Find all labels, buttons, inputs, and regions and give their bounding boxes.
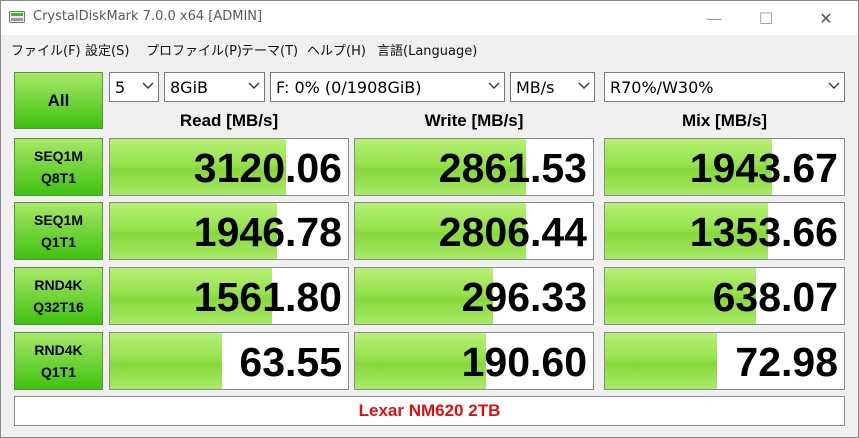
- result-value: 63.55: [239, 339, 342, 385]
- result-value: 72.98: [735, 339, 838, 385]
- result-value: 1943.67: [689, 145, 838, 191]
- drive-select[interactable]: F: 0% (0/1908GiB): [270, 72, 505, 102]
- menu-help[interactable]: ヘルプ(H): [307, 40, 366, 59]
- result-cell-write: 2861.53: [354, 138, 594, 196]
- result-cell-read: 3120.06: [109, 138, 349, 196]
- chevron-down-icon: [578, 82, 590, 89]
- result-cell-mix: 638.07: [604, 267, 845, 325]
- count-select[interactable]: 5: [109, 72, 159, 102]
- test-params: Q32T16: [33, 299, 84, 315]
- result-cell-mix: 72.98: [604, 332, 845, 390]
- result-cell-write: 296.33: [354, 267, 594, 325]
- result-value: 638.07: [712, 274, 838, 320]
- test-name: RND4K: [34, 342, 83, 358]
- write-header: Write [MB/s]: [424, 111, 524, 130]
- result-cell-read: 63.55: [109, 332, 349, 390]
- result-value: 1946.78: [193, 209, 342, 255]
- test-button-seq1m-q8t1[interactable]: SEQ1M Q8T1: [14, 138, 103, 196]
- result-value: 1561.80: [193, 274, 342, 320]
- menu-settings[interactable]: 設定(S): [85, 40, 129, 59]
- test-button-rnd4k-q1t1[interactable]: RND4K Q1T1: [14, 332, 103, 390]
- result-value: 3120.06: [193, 145, 342, 191]
- mix-ratio-value: R70%/W30%: [610, 78, 714, 97]
- maximize-button[interactable]: ☐: [743, 1, 789, 35]
- result-value: 296.33: [461, 274, 587, 320]
- result-cell-write: 190.60: [354, 332, 594, 390]
- result-value: 2806.44: [438, 209, 587, 255]
- test-name: SEQ1M: [33, 212, 83, 228]
- mix-header: Mix [MB/s]: [682, 111, 767, 130]
- size-value: 8GiB: [170, 78, 208, 97]
- menu-theme[interactable]: テーマ(T): [241, 40, 298, 59]
- test-button-seq1m-q1t1[interactable]: SEQ1M Q1T1: [14, 202, 103, 260]
- comment-field[interactable]: Lexar NM620 2TB: [14, 396, 845, 426]
- test-name: SEQ1M: [33, 148, 83, 164]
- result-cell-mix: 1943.67: [604, 138, 845, 196]
- all-button[interactable]: All: [14, 72, 103, 129]
- progress-bar: [605, 333, 718, 389]
- app-window: CrystalDiskMark 7.0.0 x64 [ADMIN] — ☐ ✕ …: [0, 0, 859, 438]
- result-cell-read: 1946.78: [109, 202, 349, 260]
- result-value: 2861.53: [438, 145, 587, 191]
- unit-select[interactable]: MB/s: [510, 72, 595, 102]
- chevron-down-icon: [142, 82, 154, 89]
- progress-bar: [110, 333, 222, 389]
- menu-bar: ファイル(F) 設定(S) プロファイル(P) テーマ(T) ヘルプ(H) 言語…: [1, 36, 858, 60]
- test-name: RND4K: [34, 277, 83, 293]
- result-value: 1353.66: [689, 209, 838, 255]
- close-button[interactable]: ✕: [803, 1, 849, 35]
- chevron-down-icon: [828, 82, 840, 89]
- read-header: Read [MB/s]: [179, 111, 279, 130]
- test-params: Q1T1: [40, 234, 76, 250]
- title-bar[interactable]: CrystalDiskMark 7.0.0 x64 [ADMIN] — ☐ ✕: [1, 1, 858, 35]
- menu-language[interactable]: 言語(Language): [377, 40, 477, 59]
- menu-file[interactable]: ファイル(F): [11, 40, 81, 59]
- result-value: 190.60: [461, 339, 587, 385]
- test-params: Q8T1: [40, 170, 76, 186]
- minimize-button[interactable]: —: [691, 1, 737, 35]
- window-title: CrystalDiskMark 7.0.0 x64 [ADMIN]: [33, 9, 263, 24]
- mix-ratio-select[interactable]: R70%/W30%: [604, 72, 845, 102]
- size-select[interactable]: 8GiB: [164, 72, 265, 102]
- menu-profile[interactable]: プロファイル(P): [146, 40, 242, 59]
- test-button-rnd4k-q32t16[interactable]: RND4K Q32T16: [14, 267, 103, 325]
- result-cell-write: 2806.44: [354, 202, 594, 260]
- unit-value: MB/s: [516, 78, 555, 97]
- count-value: 5: [115, 78, 126, 97]
- result-cell-mix: 1353.66: [604, 202, 845, 260]
- test-params: Q1T1: [40, 364, 76, 380]
- result-cell-read: 1561.80: [109, 267, 349, 325]
- chevron-down-icon: [248, 82, 260, 89]
- disk-app-icon: [9, 11, 25, 23]
- drive-value: F: 0% (0/1908GiB): [276, 78, 422, 97]
- chevron-down-icon: [488, 82, 500, 89]
